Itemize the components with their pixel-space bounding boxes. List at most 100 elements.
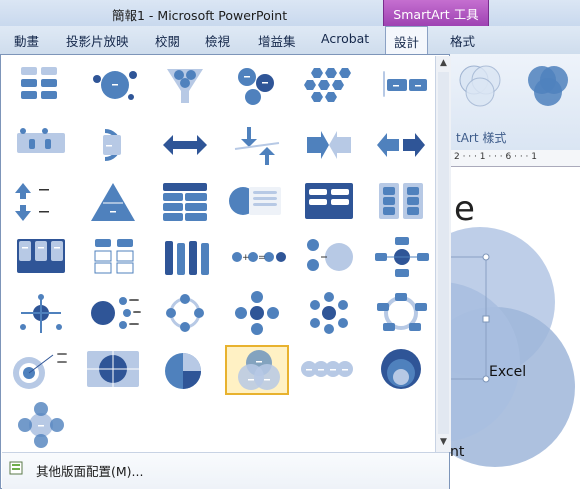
layout-thumbnail-converging-arrows[interactable]	[297, 121, 361, 171]
layout-thumbnail-radial-venn[interactable]	[9, 401, 73, 451]
layout-thumbnail-radial-list[interactable]	[81, 289, 145, 339]
venn-label-fragment: nt	[450, 444, 465, 460]
grouped-list-icon	[379, 183, 423, 219]
layout-thumbnail-pie-cycle[interactable]	[153, 345, 217, 395]
layout-thumbnail-circle-relationship[interactable]	[81, 61, 145, 111]
tab-review[interactable]: 校閱	[155, 31, 180, 50]
layout-thumbnail-basic-venn[interactable]	[225, 345, 289, 395]
ribbon-tabs: 動畫 投影片放映 校閱 檢視 增益集 Acrobat 設計 格式	[0, 26, 580, 55]
radial-target-icon	[20, 294, 62, 333]
scroll-track[interactable]	[438, 72, 449, 434]
layout-thumbnail-radial-cycle[interactable]	[225, 289, 289, 339]
layout-thumbnail-labeled-hierarchy[interactable]	[81, 233, 145, 283]
tab-design[interactable]: 設計	[385, 26, 429, 54]
layout-thumbnail-grouped-list[interactable]	[369, 177, 433, 227]
layout-thumbnail-framed-list[interactable]	[297, 177, 361, 227]
funnel-icon	[167, 69, 203, 103]
cycle-icon	[166, 294, 204, 332]
layout-thumbnail-vertical-list[interactable]	[9, 233, 73, 283]
picture-accent-circle-icon	[229, 187, 281, 215]
labeled-hierarchy-icon	[94, 239, 134, 274]
layout-thumbnail-circular-arrows[interactable]	[81, 121, 145, 171]
diverging-radial-icon	[310, 292, 348, 334]
layout-thumbnail-gear[interactable]	[225, 61, 289, 111]
ribbon-group-label: tArt 樣式	[456, 131, 507, 145]
tab-view[interactable]: 檢視	[205, 31, 230, 50]
layout-thumbnail-list-picture-stack[interactable]	[9, 61, 73, 111]
hexagon-cluster-icon	[304, 68, 351, 102]
circle-relationship-icon	[93, 71, 137, 100]
layout-thumbnail-stacked-list[interactable]	[153, 177, 217, 227]
layout-thumbnail-equation[interactable]: + =	[225, 233, 289, 283]
segmented-cycle-icon	[377, 293, 427, 331]
layout-thumbnail-cycle[interactable]	[153, 289, 217, 339]
ruler-ticks: 2 · · · 1 · · · 6 · · · 1	[454, 152, 537, 162]
opposing-ideas-icon	[377, 133, 425, 157]
vertical-list-icon	[17, 239, 65, 273]
pie-cycle-icon	[165, 353, 201, 389]
gallery-scrollbar[interactable]: ▲ ▼	[435, 56, 451, 452]
smartart-layout-gallery: + = ▲ ▼ 其他版面配置(M)...	[0, 54, 451, 489]
slide-canvas[interactable]: e Excel nt	[450, 167, 580, 489]
contextual-group-label: SmartArt 工具	[393, 7, 479, 22]
target-icon	[13, 353, 67, 389]
more-layouts-button[interactable]: 其他版面配置(M)...	[2, 452, 449, 489]
equation-icon: + =	[232, 252, 286, 263]
layout-thumbnail-hexagon-cluster[interactable]	[297, 61, 361, 111]
title-bar: 簡報1 - Microsoft PowerPoint	[0, 0, 580, 26]
smartart-styles-ribbon: tArt 樣式	[450, 54, 580, 151]
layout-thumbnail-up-down-arrows[interactable]	[9, 177, 73, 227]
tab-animations[interactable]: 動畫	[14, 31, 39, 50]
layout-thumbnail-opposing-arrows[interactable]	[153, 121, 217, 171]
up-down-arrows-icon	[15, 183, 49, 221]
more-layouts-icon	[9, 461, 23, 475]
stacked-venn-icon	[381, 349, 421, 389]
venn-diagram[interactable]	[450, 167, 580, 489]
horizontal-ruler: 2 · · · 1 · · · 6 · · · 1	[450, 150, 580, 167]
style-preview-icon[interactable]	[450, 58, 580, 128]
circular-arrows-icon	[103, 129, 121, 161]
framed-list-icon	[305, 183, 353, 219]
scroll-down-button[interactable]: ▼	[437, 436, 450, 449]
layout-thumbnail-linear-venn[interactable]	[297, 345, 361, 395]
basic-venn-icon	[238, 350, 280, 390]
scroll-up-button[interactable]: ▲	[437, 57, 450, 70]
radial-cycle-icon	[235, 291, 279, 335]
pyramid-icon	[91, 183, 135, 221]
layout-thumbnail-quadrant-matrix[interactable]	[81, 345, 145, 395]
tab-format[interactable]: 格式	[450, 31, 475, 50]
layout-thumbnail-hierarchy-branch[interactable]	[369, 233, 433, 283]
tab-acrobat[interactable]: Acrobat	[321, 31, 369, 46]
column-list-icon	[165, 241, 209, 275]
layout-thumbnail-column-list[interactable]	[153, 233, 217, 283]
layout-thumbnail-balance[interactable]	[225, 121, 289, 171]
tab-slide-show[interactable]: 投影片放映	[66, 31, 129, 50]
layout-thumbnail-diverging-radial[interactable]	[297, 289, 361, 339]
layout-thumbnail-stacked-venn[interactable]	[369, 345, 433, 395]
layout-thumbnail-target[interactable]	[9, 345, 73, 395]
converging-arrows-icon	[307, 131, 351, 159]
layout-thumbnail-bracket-list[interactable]	[9, 121, 73, 171]
layout-thumbnail-funnel[interactable]	[153, 61, 217, 111]
smartart-tools-tab-group: SmartArt 工具	[383, 0, 489, 28]
layout-thumbnail-radial-target[interactable]	[9, 289, 73, 339]
opposing-arrows-icon	[163, 135, 207, 155]
window-title: 簡報1 - Microsoft PowerPoint	[112, 8, 288, 23]
gear-icon	[238, 68, 274, 105]
stacked-list-icon	[163, 183, 207, 221]
layout-thumbnail-segmented-bars[interactable]	[369, 61, 433, 111]
more-layouts-label: 其他版面配置(M)...	[36, 464, 144, 479]
svg-text:=: =	[258, 253, 266, 263]
tab-add-ins[interactable]: 增益集	[258, 31, 296, 50]
segmented-bars-icon	[383, 71, 427, 97]
list-picture-stack-icon	[21, 67, 57, 99]
layout-thumbnail-pyramid[interactable]	[81, 177, 145, 227]
layout-thumbnail-segmented-cycle[interactable]	[369, 289, 433, 339]
vertical-equation-icon	[307, 239, 353, 271]
layout-thumbnail-picture-accent-circle[interactable]	[225, 177, 289, 227]
layout-thumbnail-vertical-equation[interactable]	[297, 233, 361, 283]
radial-list-icon	[91, 297, 141, 329]
bracket-list-icon	[17, 128, 65, 153]
layout-thumbnail-opposing-ideas[interactable]	[369, 121, 433, 171]
radial-venn-icon	[18, 402, 64, 448]
